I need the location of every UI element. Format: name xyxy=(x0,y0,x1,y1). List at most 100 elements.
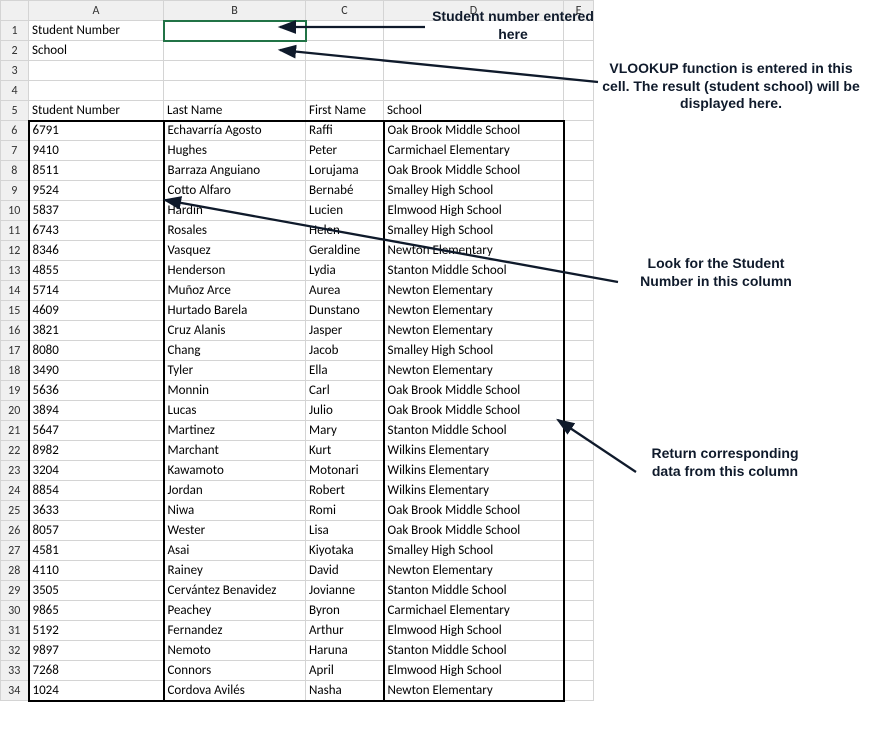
cell-first-name[interactable]: Peter xyxy=(306,141,384,161)
cell-first-name[interactable]: Nasha xyxy=(306,681,384,701)
cell-school[interactable]: Elmwood High School xyxy=(384,661,564,681)
cell-last-name[interactable]: Vasquez xyxy=(164,241,306,261)
cell-student-number[interactable]: 5837 xyxy=(29,201,164,221)
cell[interactable] xyxy=(564,101,594,121)
cell-school[interactable]: Smalley High School xyxy=(384,181,564,201)
row-header[interactable]: 19 xyxy=(1,381,29,401)
cell-first-name[interactable]: April xyxy=(306,661,384,681)
row-header[interactable]: 13 xyxy=(1,261,29,281)
cell-student-number[interactable]: 8346 xyxy=(29,241,164,261)
cell[interactable] xyxy=(564,121,594,141)
cell[interactable] xyxy=(564,541,594,561)
cell-last-name[interactable]: Henderson xyxy=(164,261,306,281)
col-header-C[interactable]: C xyxy=(306,1,384,21)
cell-last-name[interactable]: Kawamoto xyxy=(164,461,306,481)
row-header[interactable]: 1 xyxy=(1,21,29,41)
cell-first-name[interactable]: Julio xyxy=(306,401,384,421)
cell-student-number[interactable]: 8511 xyxy=(29,161,164,181)
cell-last-name[interactable]: Lucas xyxy=(164,401,306,421)
cell[interactable] xyxy=(564,181,594,201)
col-header-B[interactable]: B xyxy=(164,1,306,21)
cell-first-name[interactable]: Mary xyxy=(306,421,384,441)
cell-school[interactable]: Newton Elementary xyxy=(384,561,564,581)
cell[interactable] xyxy=(564,241,594,261)
row-header[interactable]: 9 xyxy=(1,181,29,201)
cell-student-number[interactable]: 5636 xyxy=(29,381,164,401)
cell-student-number[interactable]: 6791 xyxy=(29,121,164,141)
row-header[interactable]: 17 xyxy=(1,341,29,361)
row-header[interactable]: 27 xyxy=(1,541,29,561)
cell-student-number[interactable]: 8982 xyxy=(29,441,164,461)
cell[interactable] xyxy=(564,341,594,361)
cell[interactable] xyxy=(564,381,594,401)
cell-first-name[interactable]: Jovianne xyxy=(306,581,384,601)
cell-last-name[interactable]: Chang xyxy=(164,341,306,361)
cell-school[interactable]: Stanton Middle School xyxy=(384,581,564,601)
cell-student-number[interactable]: 5647 xyxy=(29,421,164,441)
cell-last-name[interactable]: Hughes xyxy=(164,141,306,161)
cell-last-name[interactable]: Connors xyxy=(164,661,306,681)
cell-last-name[interactable]: Fernandez xyxy=(164,621,306,641)
cell-last-name[interactable]: Martinez xyxy=(164,421,306,441)
cell-last-name[interactable]: Rosales xyxy=(164,221,306,241)
cell-first-name[interactable]: Geraldine xyxy=(306,241,384,261)
cell-first-name[interactable]: Helen xyxy=(306,221,384,241)
cell-student-number[interactable]: 8080 xyxy=(29,341,164,361)
spreadsheet-grid[interactable]: A B C D E 1Student Number2School345Stude… xyxy=(0,0,594,702)
table-header-first-name[interactable]: First Name xyxy=(306,101,384,121)
row-header[interactable]: 12 xyxy=(1,241,29,261)
cell-last-name[interactable]: Cruz Alanis xyxy=(164,321,306,341)
row-header[interactable]: 30 xyxy=(1,601,29,621)
row-header[interactable]: 8 xyxy=(1,161,29,181)
cell-last-name[interactable]: Hurtado Barela xyxy=(164,301,306,321)
label-student-number[interactable]: Student Number xyxy=(29,21,164,41)
cell[interactable] xyxy=(564,321,594,341)
cell-first-name[interactable]: Jacob xyxy=(306,341,384,361)
cell-first-name[interactable]: Lydia xyxy=(306,261,384,281)
cell-last-name[interactable]: Jordan xyxy=(164,481,306,501)
row-header[interactable]: 22 xyxy=(1,441,29,461)
cell[interactable] xyxy=(164,81,306,101)
table-header-school[interactable]: School xyxy=(384,101,564,121)
cell-school[interactable]: Oak Brook Middle School xyxy=(384,401,564,421)
cell[interactable] xyxy=(564,661,594,681)
cell[interactable] xyxy=(564,281,594,301)
cell-first-name[interactable]: Byron xyxy=(306,601,384,621)
cell-first-name[interactable]: Bernabé xyxy=(306,181,384,201)
cell[interactable] xyxy=(564,301,594,321)
cell-last-name[interactable]: Cotto Alfaro xyxy=(164,181,306,201)
cell-school[interactable]: Newton Elementary xyxy=(384,321,564,341)
cell-first-name[interactable]: Carl xyxy=(306,381,384,401)
cell-school[interactable]: Carmichael Elementary xyxy=(384,601,564,621)
cell-school[interactable]: Newton Elementary xyxy=(384,681,564,701)
cell[interactable] xyxy=(564,41,594,61)
cell-first-name[interactable]: Dunstano xyxy=(306,301,384,321)
table-header-student-number[interactable]: Student Number xyxy=(29,101,164,121)
cell[interactable] xyxy=(306,21,384,41)
cell-school[interactable]: Smalley High School xyxy=(384,341,564,361)
select-all-corner[interactable] xyxy=(1,1,29,21)
cell-student-number[interactable]: 8057 xyxy=(29,521,164,541)
cell-student-number[interactable]: 3204 xyxy=(29,461,164,481)
cell[interactable] xyxy=(564,421,594,441)
cell-B1-input[interactable] xyxy=(164,21,306,41)
cell-first-name[interactable]: Lorujama xyxy=(306,161,384,181)
cell-school[interactable]: Wilkins Elementary xyxy=(384,461,564,481)
cell[interactable] xyxy=(564,461,594,481)
cell[interactable] xyxy=(564,641,594,661)
cell[interactable] xyxy=(29,81,164,101)
cell[interactable] xyxy=(564,81,594,101)
row-header[interactable]: 21 xyxy=(1,421,29,441)
row-header[interactable]: 3 xyxy=(1,61,29,81)
cell-last-name[interactable]: Barraza Anguiano xyxy=(164,161,306,181)
cell-student-number[interactable]: 9524 xyxy=(29,181,164,201)
cell[interactable] xyxy=(306,61,384,81)
cell-last-name[interactable]: Asai xyxy=(164,541,306,561)
row-header[interactable]: 29 xyxy=(1,581,29,601)
cell-student-number[interactable]: 1024 xyxy=(29,681,164,701)
cell[interactable] xyxy=(564,521,594,541)
cell-school[interactable]: Carmichael Elementary xyxy=(384,141,564,161)
cell[interactable] xyxy=(564,581,594,601)
cell-first-name[interactable]: Aurea xyxy=(306,281,384,301)
cell[interactable] xyxy=(384,41,564,61)
